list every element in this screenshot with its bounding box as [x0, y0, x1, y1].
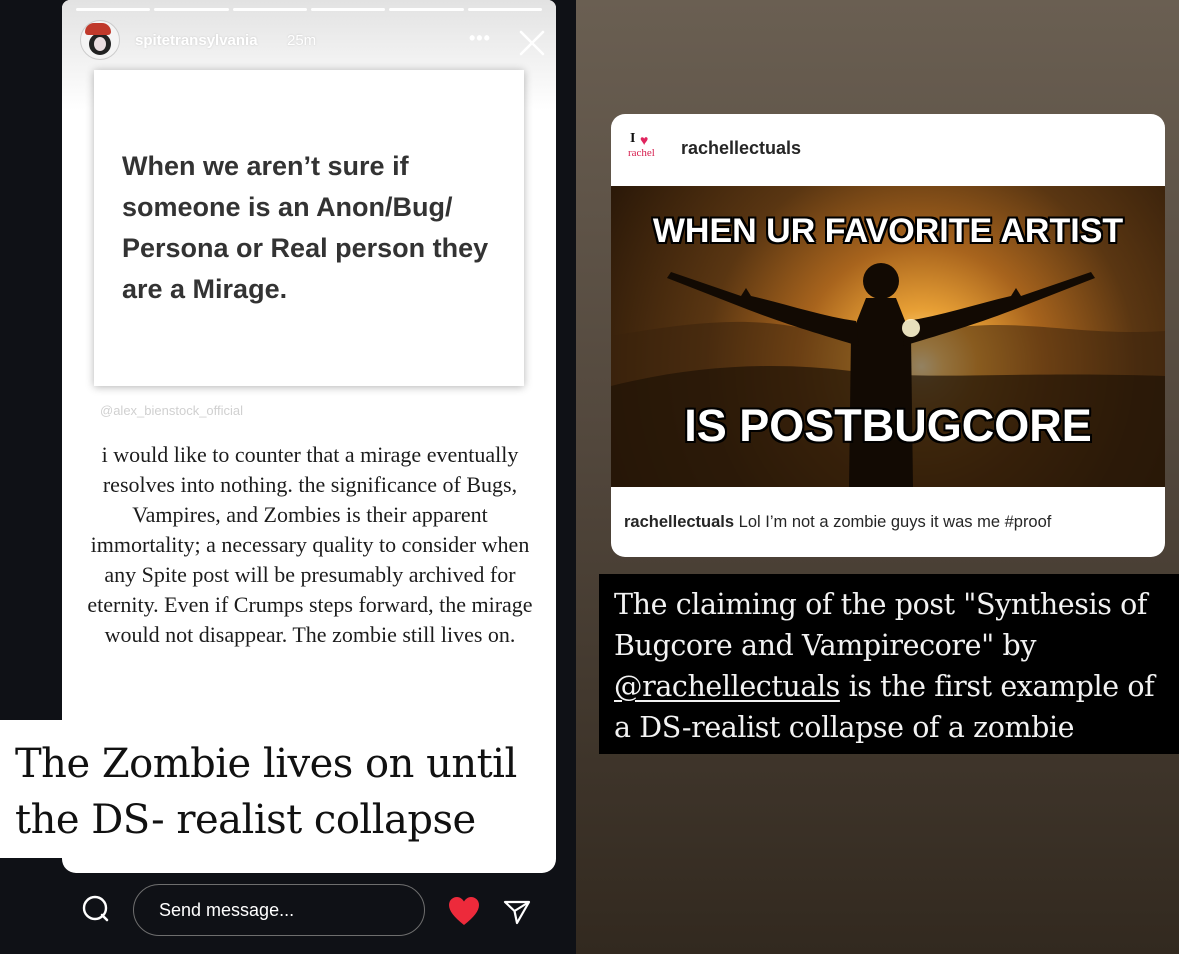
- send-icon[interactable]: [502, 896, 532, 926]
- overlay-caption: The claiming of the post "Synthesis of B…: [614, 584, 1179, 748]
- close-icon[interactable]: [517, 28, 547, 58]
- post-username[interactable]: rachellectuals: [681, 138, 801, 159]
- more-options-icon[interactable]: •••: [469, 28, 491, 49]
- avatar[interactable]: [80, 20, 120, 60]
- story-caption: The Zombie lives on until the DS- realis…: [15, 741, 517, 843]
- watermark: @alex_bienstock_official: [100, 403, 244, 418]
- progress-segment: [389, 8, 464, 11]
- progress-segment: [76, 8, 151, 11]
- progress-segment: [467, 8, 542, 11]
- overlay-text-part: The claiming of the post "Synthesis of B…: [614, 588, 1148, 662]
- caption-text: Lol I’m not a zombie guys it was me #pro…: [734, 513, 1052, 531]
- quote-screenshot: When we aren’t sure if someone is an Ano…: [94, 70, 524, 386]
- heart-icon[interactable]: [448, 897, 480, 927]
- caption-username[interactable]: rachellectuals: [624, 513, 734, 531]
- meme-image: WHEN UR FAVORITE ARTIST IS POSTBUGCORE: [611, 186, 1165, 487]
- story-body-text: i would like to counter that a mirage ev…: [87, 442, 533, 647]
- meme-top-text: WHEN UR FAVORITE ARTIST: [652, 212, 1124, 250]
- meme-bottom-text: IS POSTBUGCORE: [684, 400, 1092, 451]
- story-progress-bar: [76, 8, 542, 11]
- post-caption: rachellectuals Lol I’m not a zombie guys…: [624, 513, 1051, 532]
- progress-segment: [310, 8, 386, 11]
- shared-post-card[interactable]: I ♥ rachel rachellectuals WHEN UR FAVORI…: [611, 114, 1165, 557]
- mention-link[interactable]: @rachellectuals: [614, 670, 840, 703]
- progress-segment: [232, 8, 307, 11]
- heart-icon: ♥: [640, 132, 649, 148]
- progress-segment: [154, 8, 229, 11]
- brand-logo: I ♥ rachel: [628, 131, 655, 159]
- send-message-input[interactable]: [133, 884, 425, 936]
- story-username[interactable]: spitetransylvania: [135, 32, 258, 49]
- story-timestamp: 25m: [287, 32, 317, 49]
- chat-bubble-icon[interactable]: [82, 895, 110, 923]
- quote-text: When we aren’t sure if someone is an Ano…: [122, 151, 489, 304]
